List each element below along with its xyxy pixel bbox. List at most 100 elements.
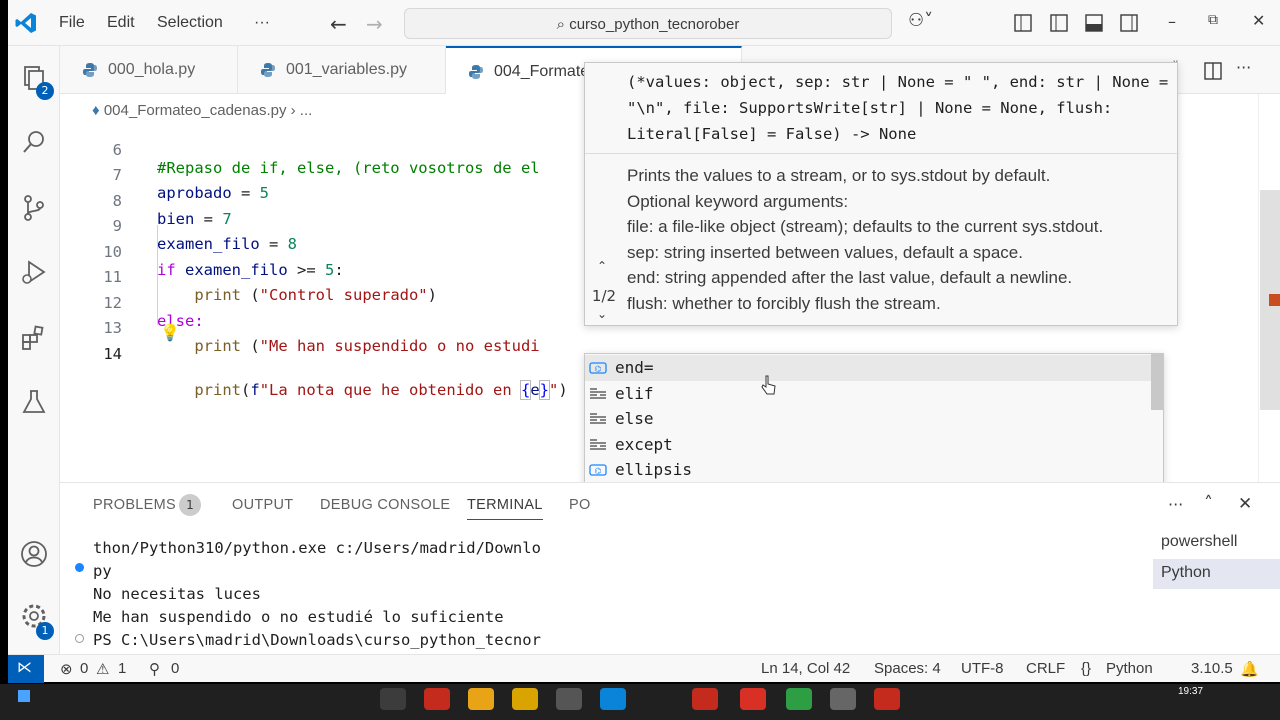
- taskbar-vscode-icon[interactable]: [600, 688, 626, 710]
- problems-count-badge: 1: [179, 494, 201, 516]
- overload-pager: 1/2: [591, 287, 617, 305]
- os-taskbar: 19:37: [0, 684, 1280, 720]
- close-panel-icon[interactable]: ✕: [1238, 494, 1252, 514]
- command-center-search[interactable]: ⌕ curso_python_tecnorober: [404, 8, 892, 39]
- cursor-position[interactable]: Ln 14, Col 42: [761, 660, 850, 677]
- taskbar-app-icon[interactable]: [380, 688, 406, 710]
- ports-icon[interactable]: ⚲: [149, 660, 160, 678]
- lightbulb-icon[interactable]: 💡: [160, 323, 180, 342]
- testing-icon[interactable]: [20, 388, 48, 416]
- python-file-icon: [83, 63, 97, 77]
- taskbar-app-icon[interactable]: [786, 688, 812, 710]
- python-file-icon: [261, 63, 275, 77]
- language-mode[interactable]: Python: [1106, 660, 1153, 677]
- layout-customize-icon[interactable]: [1014, 14, 1032, 32]
- more-actions-icon[interactable]: ···: [1168, 495, 1183, 514]
- breadcrumb: ♦ 004_Formateo_cadenas.py › ...: [92, 102, 312, 119]
- toggle-panel-icon[interactable]: [1085, 14, 1103, 32]
- toggle-secondary-sidebar-icon[interactable]: [1120, 14, 1138, 32]
- terminal-name: Python: [1161, 564, 1211, 581]
- editor-minimap[interactable]: [1258, 94, 1280, 482]
- terminal-line: Me han suspendido o no estudié lo sufici…: [93, 608, 504, 626]
- source-control-icon[interactable]: [20, 194, 48, 222]
- code-text: print(f"La nota que he obtenido en {e}"): [194, 380, 568, 400]
- breadcrumb-symbol[interactable]: ...: [300, 102, 313, 119]
- taskbar-app-icon[interactable]: [874, 688, 900, 710]
- taskbar-app-icon[interactable]: [424, 688, 450, 710]
- suggestion-item[interactable]: ⌬ ellipsis: [585, 457, 1151, 483]
- forward-arrow-icon[interactable]: →: [366, 12, 383, 36]
- suggestion-item[interactable]: except: [585, 432, 1151, 458]
- tab-000-hola[interactable]: 000_hola.py: [60, 46, 238, 94]
- suggestion-label: except: [615, 434, 673, 454]
- tab-ports[interactable]: PO: [569, 497, 591, 513]
- search-icon[interactable]: [20, 128, 48, 156]
- code-line: 9 examen_filo = 8: [60, 199, 660, 253]
- tab-001-variables[interactable]: 001_variables.py: [238, 46, 446, 94]
- indent-guide: [157, 225, 158, 325]
- maximize-panel-icon[interactable]: ˄: [1204, 493, 1213, 514]
- notifications-bell-icon[interactable]: 🔔: [1240, 660, 1259, 678]
- taskbar-app-icon[interactable]: [830, 688, 856, 710]
- tab-debug-console[interactable]: DEBUG CONSOLE: [320, 497, 450, 513]
- terminal-list-item[interactable]: Python: [1153, 559, 1280, 589]
- suggestion-label: elif: [615, 383, 654, 403]
- split-editor-icon[interactable]: [1204, 62, 1222, 80]
- doc-line: flush: whether to forcibly flush the str…: [627, 293, 941, 313]
- code-line: 12 else:: [60, 276, 660, 330]
- warnings-icon[interactable]: ⚠: [96, 660, 109, 678]
- menu-file[interactable]: File: [59, 14, 85, 32]
- chevron-up-icon[interactable]: ⌃: [597, 259, 607, 273]
- back-arrow-icon[interactable]: ←: [330, 12, 347, 36]
- account-icon[interactable]: [20, 540, 48, 568]
- errors-count[interactable]: 0: [80, 660, 88, 677]
- remote-icon: ⋉: [17, 659, 32, 676]
- run-debug-icon[interactable]: [20, 258, 48, 286]
- taskbar-app-icon[interactable]: [692, 688, 718, 710]
- menu-edit[interactable]: Edit: [107, 14, 135, 32]
- keyword-icon: [589, 437, 607, 453]
- signature-help-popup: (*values: object, sep: str | None = " ",…: [584, 62, 1179, 326]
- minimize-icon[interactable]: –: [1168, 12, 1176, 31]
- tab-problems[interactable]: PROBLEMS: [93, 497, 176, 513]
- restore-icon[interactable]: ⧉: [1208, 12, 1218, 28]
- suggestion-item[interactable]: ⌬ end=: [585, 355, 1151, 381]
- menu-more[interactable]: ···: [254, 14, 270, 32]
- doc-line: sep: string inserted between values, def…: [627, 242, 1023, 262]
- clock[interactable]: 19:37: [1178, 686, 1203, 697]
- remote-indicator[interactable]: ⋉: [8, 655, 44, 683]
- suggestion-item[interactable]: else: [585, 406, 1151, 432]
- taskbar-app-icon[interactable]: [468, 688, 494, 710]
- tab-terminal[interactable]: TERMINAL: [467, 497, 543, 520]
- suggestion-item[interactable]: elif: [585, 381, 1151, 407]
- settings-badge: 1: [36, 622, 54, 640]
- start-icon[interactable]: [18, 690, 30, 702]
- encoding[interactable]: UTF-8: [961, 660, 1004, 677]
- end-of-line[interactable]: CRLF: [1026, 660, 1065, 677]
- python-version[interactable]: 3.10.5: [1191, 660, 1233, 677]
- copilot-icon[interactable]: ⚇˅: [908, 10, 933, 31]
- search-icon: ⌕: [556, 16, 570, 33]
- variable-icon: ⌬: [589, 360, 607, 376]
- scrollbar-thumb[interactable]: [1151, 354, 1163, 410]
- breadcrumb-file[interactable]: 004_Formateo_cadenas.py: [104, 102, 287, 119]
- menu-selection[interactable]: Selection: [157, 14, 223, 32]
- doc-line: Prints the values to a stream, or to sys…: [627, 166, 1051, 185]
- code-line: 10 if examen_filo >= 5:: [60, 225, 660, 279]
- more-actions-icon[interactable]: ···: [1236, 58, 1251, 77]
- vscode-logo-icon: [15, 13, 36, 33]
- toggle-sidebar-icon[interactable]: [1050, 14, 1068, 32]
- extensions-icon[interactable]: [20, 324, 48, 352]
- tab-output[interactable]: OUTPUT: [232, 497, 293, 513]
- taskbar-app-icon[interactable]: [512, 688, 538, 710]
- errors-icon[interactable]: ⊗: [60, 660, 73, 678]
- command-pending-icon: [75, 634, 84, 643]
- warnings-count[interactable]: 1: [118, 660, 126, 677]
- chevron-down-icon[interactable]: ⌄: [597, 307, 607, 321]
- tab-label: 000_hola.py: [108, 61, 196, 78]
- ports-count[interactable]: 0: [171, 660, 179, 677]
- close-window-icon[interactable]: ✕: [1252, 11, 1265, 30]
- taskbar-app-icon[interactable]: [556, 688, 582, 710]
- taskbar-app-icon[interactable]: [740, 688, 766, 710]
- indentation[interactable]: Spaces: 4: [874, 660, 941, 677]
